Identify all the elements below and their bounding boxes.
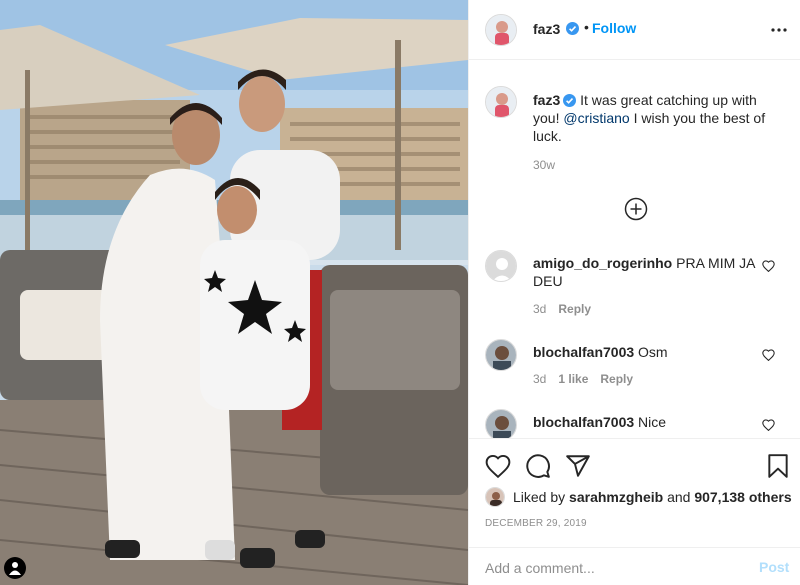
likes-count[interactable]: 907,138 others (694, 489, 791, 505)
heart-icon[interactable] (485, 453, 511, 479)
bookmark-icon[interactable] (765, 453, 791, 479)
comment-icon[interactable] (525, 453, 551, 479)
heart-icon[interactable] (762, 419, 775, 431)
post-date[interactable]: DECEMBER 29, 2019 (485, 518, 587, 529)
likes-text: Liked by sarahmzgheib and 907,138 others (513, 489, 792, 505)
caption-username[interactable]: faz3 (533, 92, 560, 108)
commenter-avatar[interactable] (485, 409, 517, 438)
likes-prefix: Liked by (513, 489, 566, 505)
heart-icon[interactable] (762, 260, 775, 272)
comment-text: blochalfan7003 Osm (533, 343, 761, 361)
header-separator: • (584, 19, 589, 35)
liker-username[interactable]: sarahmzgheib (569, 489, 663, 505)
author-avatar[interactable] (485, 14, 517, 46)
post-photo-illustration (0, 0, 468, 585)
comment-content: Nice (638, 414, 667, 430)
commenter-avatar[interactable] (485, 250, 517, 282)
reply-button[interactable]: Reply (600, 372, 633, 386)
comment-text: blochalfan7003 Nice (533, 413, 761, 431)
commenter-username[interactable]: blochalfan7003 (533, 344, 634, 360)
comments-list[interactable]: faz3 It was great catching up with you! … (469, 60, 800, 438)
verified-badge-icon (563, 94, 577, 107)
post-photo[interactable] (0, 0, 468, 585)
commenter-username[interactable]: blochalfan7003 (533, 414, 634, 430)
liker-avatar[interactable] (485, 487, 505, 507)
caption-author-avatar[interactable] (485, 86, 517, 118)
comment-meta: 3d Reply (533, 302, 603, 316)
follow-button[interactable]: Follow (592, 20, 636, 36)
comment-like-count[interactable]: 1 like (558, 372, 588, 386)
add-comment-input[interactable] (485, 558, 735, 578)
verified-badge-icon (566, 22, 579, 35)
user-tag-icon[interactable] (4, 557, 26, 579)
comment-composer: Post (469, 547, 800, 585)
load-more-comments-icon[interactable] (624, 197, 648, 221)
more-options-icon[interactable] (769, 22, 789, 38)
likes-conj: and (667, 489, 691, 505)
caption-text: faz3 It was great catching up with you! … (533, 91, 783, 145)
reply-button[interactable]: Reply (558, 302, 591, 316)
heart-icon[interactable] (762, 349, 775, 361)
commenter-avatar[interactable] (485, 339, 517, 371)
post-side-panel: faz3 • Follow faz3 It was great catching… (468, 0, 800, 585)
post-comment-button[interactable]: Post (759, 559, 789, 575)
comment-time[interactable]: 3d (533, 372, 546, 386)
post-header: faz3 • Follow (469, 0, 800, 60)
comment-content: Osm (638, 344, 668, 360)
caption-mention-link[interactable]: @cristiano (563, 110, 629, 126)
author-username[interactable]: faz3 (533, 21, 560, 37)
post-actions: Liked by sarahmzgheib and 907,138 others… (469, 438, 800, 585)
caption-timestamp[interactable]: 30w (533, 158, 555, 172)
commenter-username[interactable]: amigo_do_rogerinho (533, 255, 672, 271)
comment-text: amigo_do_rogerinho PRA MIM JA DEU (533, 254, 761, 290)
share-icon[interactable] (565, 453, 591, 479)
comment-time[interactable]: 3d (533, 302, 546, 316)
comment-meta: 3d 1 like Reply (533, 372, 645, 386)
